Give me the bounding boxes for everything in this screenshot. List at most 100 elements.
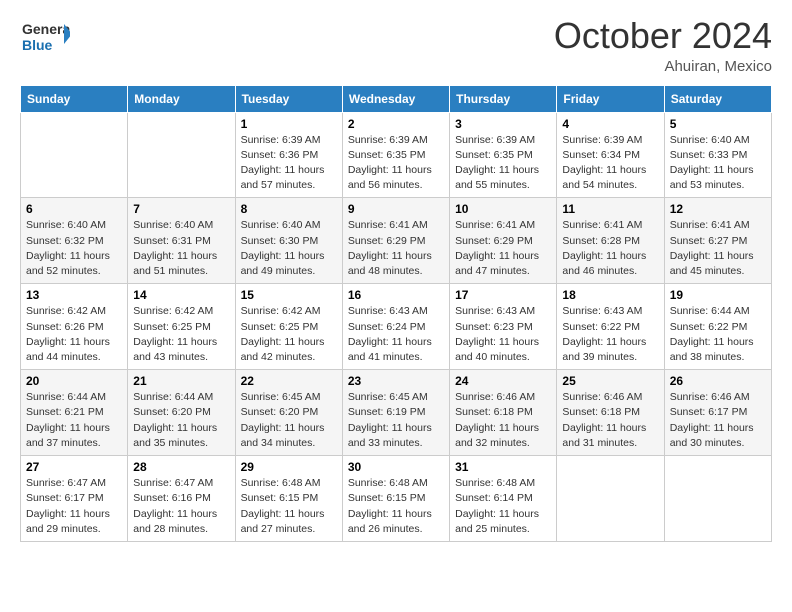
header: General Blue October 2024 Ahuiran, Mexic… bbox=[20, 16, 772, 75]
day-number: 12 bbox=[670, 202, 766, 216]
calendar-cell: 4Sunrise: 6:39 AMSunset: 6:34 PMDaylight… bbox=[557, 112, 664, 198]
day-info: Sunrise: 6:46 AMSunset: 6:18 PMDaylight:… bbox=[562, 390, 658, 451]
calendar-cell: 24 Sunrise: 6:46 AMSunset: 6:18 PMDayligh… bbox=[450, 370, 557, 456]
day-of-week-saturday: Saturday bbox=[664, 85, 771, 112]
day-number: 20 bbox=[26, 374, 122, 388]
day-of-week-thursday: Thursday bbox=[450, 85, 557, 112]
day-info: Sunrise: 6:48 AMSunset: 6:15 PMDaylight:… bbox=[241, 476, 337, 537]
calendar-cell: 28 Sunrise: 6:47 AMSunset: 6:16 PMDayligh… bbox=[128, 456, 235, 542]
day-number: 22 bbox=[241, 374, 337, 388]
day-number: 16 bbox=[348, 288, 444, 302]
calendar-cell bbox=[128, 112, 235, 198]
day-info: Sunrise: 6:46 AMSunset: 6:18 PMDaylight:… bbox=[455, 390, 551, 451]
calendar-cell bbox=[557, 456, 664, 542]
day-of-week-tuesday: Tuesday bbox=[235, 85, 342, 112]
day-info: Sunrise: 6:39 AMSunset: 6:34 PMDaylight:… bbox=[562, 133, 658, 194]
calendar-table: SundayMondayTuesdayWednesdayThursdayFrid… bbox=[20, 85, 772, 542]
day-info: Sunrise: 6:39 AMSunset: 6:35 PMDaylight:… bbox=[348, 133, 444, 194]
calendar-cell: 31 Sunrise: 6:48 AMSunset: 6:14 PMDayligh… bbox=[450, 456, 557, 542]
calendar-cell: 17Sunrise: 6:43 AMSunset: 6:23 PMDayligh… bbox=[450, 284, 557, 370]
calendar-cell: 14 Sunrise: 6:42 AMSunset: 6:25 PMDayligh… bbox=[128, 284, 235, 370]
day-number: 18 bbox=[562, 288, 658, 302]
day-number: 19 bbox=[670, 288, 766, 302]
svg-text:Blue: Blue bbox=[22, 37, 53, 53]
day-number: 24 bbox=[455, 374, 551, 388]
day-info: Sunrise: 6:44 AMSunset: 6:20 PMDaylight:… bbox=[133, 390, 229, 451]
calendar-cell: 22 Sunrise: 6:45 AMSunset: 6:20 PMDayligh… bbox=[235, 370, 342, 456]
day-info: Sunrise: 6:48 AMSunset: 6:15 PMDaylight:… bbox=[348, 476, 444, 537]
day-number: 3 bbox=[455, 117, 551, 131]
calendar-cell: 19 Sunrise: 6:44 AMSunset: 6:22 PMDayligh… bbox=[664, 284, 771, 370]
day-number: 27 bbox=[26, 460, 122, 474]
day-number: 21 bbox=[133, 374, 229, 388]
logo-icon: General Blue bbox=[20, 16, 70, 60]
day-info: Sunrise: 6:47 AMSunset: 6:17 PMDaylight:… bbox=[26, 476, 122, 537]
calendar-cell: 6 Sunrise: 6:40 AMSunset: 6:32 PMDaylight… bbox=[21, 198, 128, 284]
day-number: 10 bbox=[455, 202, 551, 216]
page: General Blue October 2024 Ahuiran, Mexic… bbox=[0, 0, 792, 612]
calendar-cell: 21 Sunrise: 6:44 AMSunset: 6:20 PMDayligh… bbox=[128, 370, 235, 456]
day-number: 31 bbox=[455, 460, 551, 474]
day-info: Sunrise: 6:40 AMSunset: 6:31 PMDaylight:… bbox=[133, 218, 229, 279]
day-info: Sunrise: 6:41 AMSunset: 6:27 PMDaylight:… bbox=[670, 218, 766, 279]
day-info: Sunrise: 6:41 AMSunset: 6:28 PMDaylight:… bbox=[562, 218, 658, 279]
calendar-cell: 8Sunrise: 6:40 AMSunset: 6:30 PMDaylight… bbox=[235, 198, 342, 284]
day-of-week-wednesday: Wednesday bbox=[342, 85, 449, 112]
day-info: Sunrise: 6:44 AMSunset: 6:21 PMDaylight:… bbox=[26, 390, 122, 451]
day-info: Sunrise: 6:40 AMSunset: 6:30 PMDaylight:… bbox=[241, 218, 337, 279]
day-info: Sunrise: 6:39 AMSunset: 6:35 PMDaylight:… bbox=[455, 133, 551, 194]
calendar-cell: 11 Sunrise: 6:41 AMSunset: 6:28 PMDayligh… bbox=[557, 198, 664, 284]
calendar-cell: 5 Sunrise: 6:40 AMSunset: 6:33 PMDaylight… bbox=[664, 112, 771, 198]
day-number: 26 bbox=[670, 374, 766, 388]
day-info: Sunrise: 6:42 AMSunset: 6:25 PMDaylight:… bbox=[133, 304, 229, 365]
calendar-cell: 2Sunrise: 6:39 AMSunset: 6:35 PMDaylight… bbox=[342, 112, 449, 198]
day-number: 6 bbox=[26, 202, 122, 216]
day-number: 7 bbox=[133, 202, 229, 216]
svg-text:General: General bbox=[22, 21, 70, 37]
calendar-cell: 16 Sunrise: 6:43 AMSunset: 6:24 PMDayligh… bbox=[342, 284, 449, 370]
month-title: October 2024 bbox=[554, 16, 772, 56]
calendar-cell: 30Sunrise: 6:48 AMSunset: 6:15 PMDayligh… bbox=[342, 456, 449, 542]
calendar-header-row: SundayMondayTuesdayWednesdayThursdayFrid… bbox=[21, 85, 772, 112]
calendar-cell: 23 Sunrise: 6:45 AMSunset: 6:19 PMDayligh… bbox=[342, 370, 449, 456]
calendar-cell: 27 Sunrise: 6:47 AMSunset: 6:17 PMDayligh… bbox=[21, 456, 128, 542]
day-number: 9 bbox=[348, 202, 444, 216]
calendar-cell: 10Sunrise: 6:41 AMSunset: 6:29 PMDayligh… bbox=[450, 198, 557, 284]
day-info: Sunrise: 6:45 AMSunset: 6:19 PMDaylight:… bbox=[348, 390, 444, 451]
day-info: Sunrise: 6:42 AMSunset: 6:25 PMDaylight:… bbox=[241, 304, 337, 365]
calendar-week-row: 27 Sunrise: 6:47 AMSunset: 6:17 PMDayligh… bbox=[21, 456, 772, 542]
day-info: Sunrise: 6:40 AMSunset: 6:32 PMDaylight:… bbox=[26, 218, 122, 279]
calendar-cell: 9Sunrise: 6:41 AMSunset: 6:29 PMDaylight… bbox=[342, 198, 449, 284]
calendar-week-row: 13Sunrise: 6:42 AMSunset: 6:26 PMDayligh… bbox=[21, 284, 772, 370]
calendar-cell: 25Sunrise: 6:46 AMSunset: 6:18 PMDayligh… bbox=[557, 370, 664, 456]
day-number: 28 bbox=[133, 460, 229, 474]
calendar-week-row: 20 Sunrise: 6:44 AMSunset: 6:21 PMDayligh… bbox=[21, 370, 772, 456]
calendar-cell: 29 Sunrise: 6:48 AMSunset: 6:15 PMDayligh… bbox=[235, 456, 342, 542]
day-info: Sunrise: 6:40 AMSunset: 6:33 PMDaylight:… bbox=[670, 133, 766, 194]
day-info: Sunrise: 6:46 AMSunset: 6:17 PMDaylight:… bbox=[670, 390, 766, 451]
day-number: 1 bbox=[241, 117, 337, 131]
day-number: 14 bbox=[133, 288, 229, 302]
day-number: 23 bbox=[348, 374, 444, 388]
day-info: Sunrise: 6:43 AMSunset: 6:24 PMDaylight:… bbox=[348, 304, 444, 365]
day-of-week-sunday: Sunday bbox=[21, 85, 128, 112]
day-number: 11 bbox=[562, 202, 658, 216]
calendar-cell: 20 Sunrise: 6:44 AMSunset: 6:21 PMDayligh… bbox=[21, 370, 128, 456]
day-of-week-friday: Friday bbox=[557, 85, 664, 112]
calendar-cell: 15Sunrise: 6:42 AMSunset: 6:25 PMDayligh… bbox=[235, 284, 342, 370]
day-number: 29 bbox=[241, 460, 337, 474]
title-block: October 2024 Ahuiran, Mexico bbox=[554, 16, 772, 75]
day-info: Sunrise: 6:45 AMSunset: 6:20 PMDaylight:… bbox=[241, 390, 337, 451]
calendar-cell: 3 Sunrise: 6:39 AMSunset: 6:35 PMDaylight… bbox=[450, 112, 557, 198]
day-number: 5 bbox=[670, 117, 766, 131]
calendar-cell: 7 Sunrise: 6:40 AMSunset: 6:31 PMDaylight… bbox=[128, 198, 235, 284]
day-info: Sunrise: 6:48 AMSunset: 6:14 PMDaylight:… bbox=[455, 476, 551, 537]
calendar-cell bbox=[21, 112, 128, 198]
day-info: Sunrise: 6:47 AMSunset: 6:16 PMDaylight:… bbox=[133, 476, 229, 537]
day-of-week-monday: Monday bbox=[128, 85, 235, 112]
day-info: Sunrise: 6:39 AMSunset: 6:36 PMDaylight:… bbox=[241, 133, 337, 194]
location-title: Ahuiran, Mexico bbox=[554, 58, 772, 75]
day-info: Sunrise: 6:44 AMSunset: 6:22 PMDaylight:… bbox=[670, 304, 766, 365]
calendar-cell: 12 Sunrise: 6:41 AMSunset: 6:27 PMDayligh… bbox=[664, 198, 771, 284]
day-info: Sunrise: 6:43 AMSunset: 6:23 PMDaylight:… bbox=[455, 304, 551, 365]
